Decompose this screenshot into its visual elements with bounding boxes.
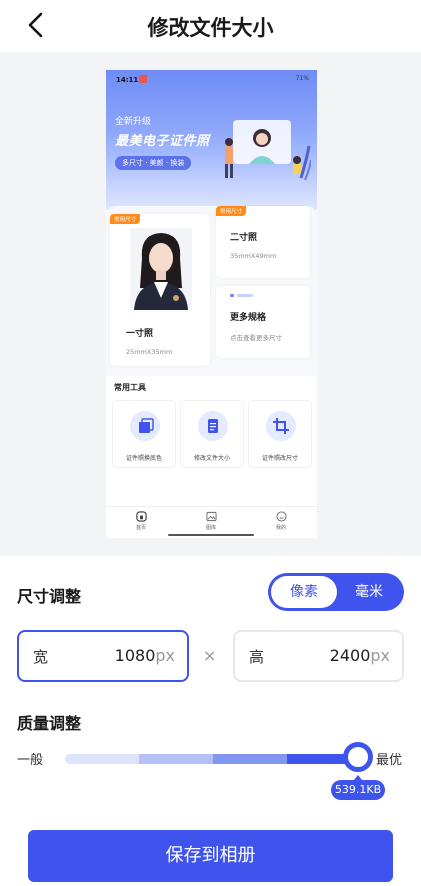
tool-change-background[interactable]: 证件照换底色 (112, 400, 176, 468)
card-size: 35mmX49mm (230, 252, 277, 260)
profile-icon (275, 511, 287, 522)
card-tag: 常用尺寸 (110, 214, 141, 224)
width-unit: px (155, 646, 175, 665)
tab-profile[interactable]: 我的 (256, 511, 306, 531)
decor-dash-icon (230, 294, 253, 297)
track-segment (213, 754, 287, 764)
crop-icon (266, 411, 296, 441)
quality-slider-thumb[interactable] (343, 742, 373, 772)
banner-upgrade: 全新升级 (115, 117, 152, 127)
quality-section-label: 质量调整 (17, 714, 82, 733)
status-bar: 14:11 71% (106, 70, 317, 90)
unit-option-pixel[interactable]: 像素 (271, 576, 337, 608)
tool-label: 证件照改尺寸 (261, 455, 298, 462)
width-number: 1080 (114, 646, 156, 665)
banner-illustration (225, 120, 311, 181)
card-size: 25mmX35mm (126, 348, 173, 356)
unit-toggle: 像素 毫米 (268, 573, 404, 611)
width-field[interactable]: 宽 1080px (17, 630, 189, 682)
card-title: 二寸照 (230, 233, 258, 243)
track-segment (139, 754, 213, 764)
width-label: 宽 (33, 648, 49, 666)
quality-high-label: 最优 (376, 753, 403, 768)
height-field[interactable]: 高 2400px (233, 630, 404, 682)
card-tag: 常用尺寸 (216, 206, 247, 216)
preview-area: 全新升级 最美电子证件照 多尺寸 · 美颜 · 换装 14:11 71% 常用尺… (0, 52, 421, 556)
top-bar: 修改文件大小 (0, 0, 421, 52)
banner-headline: 最美电子证件照 (115, 134, 210, 149)
tab-label: 首页 (135, 525, 146, 531)
card-more-specs[interactable]: 更多规格 点击查看更多尺寸 (216, 286, 310, 358)
status-time: 14:11 (116, 76, 139, 84)
tab-label: 我的 (275, 525, 286, 531)
card-two-inch[interactable]: 常用尺寸 二寸照 35mmX49mm (216, 206, 310, 278)
save-to-album-button[interactable]: 保存到相册 (28, 830, 393, 882)
height-unit: px (370, 646, 390, 665)
home-indicator (168, 534, 254, 536)
track-segment (65, 754, 139, 764)
tool-label: 证件照换底色 (125, 455, 162, 462)
height-number: 2400 (329, 646, 371, 665)
gallery-icon (205, 511, 217, 522)
tools-title: 常用工具 (114, 383, 146, 392)
quality-low-label: 一般 (17, 753, 44, 768)
size-section-label: 尺寸调整 (17, 587, 82, 606)
file-size-badge: 539.1KB (331, 775, 385, 800)
screenshot-preview: 全新升级 最美电子证件照 多尺寸 · 美颜 · 换装 14:11 71% 常用尺… (106, 70, 317, 538)
notification-icon (139, 75, 147, 83)
portrait-image (130, 228, 192, 310)
banner-tagline: 多尺寸 · 美颜 · 换装 (115, 156, 192, 170)
height-label: 高 (249, 648, 265, 666)
card-title: 更多规格 (230, 313, 267, 323)
home-icon (135, 511, 147, 522)
width-value[interactable]: 1080px (115, 646, 175, 665)
card-title: 一寸照 (126, 329, 154, 339)
battery-level: 71% (295, 75, 309, 82)
card-subtitle: 点击查看更多尺寸 (230, 334, 282, 342)
copy-layers-icon (130, 411, 160, 441)
times-separator: × (203, 646, 217, 665)
unit-option-mm[interactable]: 毫米 (337, 576, 401, 608)
banner: 全新升级 最美电子证件照 多尺寸 · 美颜 · 换装 (106, 70, 317, 210)
document-icon (198, 411, 228, 441)
page-title: 修改文件大小 (147, 16, 274, 40)
tab-label: 图库 (205, 525, 216, 531)
tab-home[interactable]: 首页 (116, 511, 166, 531)
height-value[interactable]: 2400px (330, 646, 390, 665)
tool-resize-file[interactable]: 修改文件大小 (180, 400, 244, 468)
tool-resize-photo[interactable]: 证件照改尺寸 (248, 400, 312, 468)
tool-label: 修改文件大小 (193, 455, 230, 462)
card-one-inch[interactable]: 常用尺寸 一寸照 25mmX35mm (110, 214, 210, 366)
tab-gallery[interactable]: 图库 (186, 511, 236, 531)
quality-slider-track[interactable] (65, 754, 370, 764)
size-cards: 常用尺寸 一寸照 25mmX35mm 常用尺寸 二寸照 35mmX49mm 更多… (106, 206, 317, 376)
